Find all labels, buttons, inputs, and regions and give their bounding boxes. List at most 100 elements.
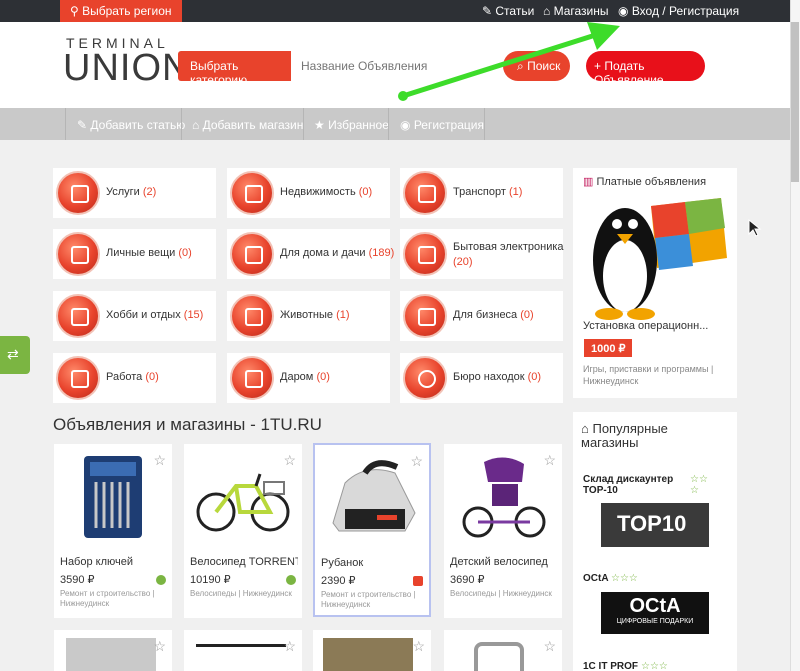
dog-icon	[230, 294, 274, 338]
favorite-star-icon[interactable]: ☆	[412, 638, 425, 655]
shop-name[interactable]: 1C IT PROF	[583, 661, 638, 671]
favorite-star-icon[interactable]: ☆	[283, 638, 296, 655]
magnifier-icon	[403, 356, 447, 400]
category-count: (20)	[453, 256, 473, 268]
category-business[interactable]: Для бизнеса (0)	[400, 291, 563, 341]
bicycle-image	[196, 473, 290, 532]
basket-icon: ⌂	[581, 421, 593, 436]
category-label: Транспорт	[453, 186, 506, 198]
category-label: Для дома и дачи	[280, 247, 366, 259]
category-count: (189)	[368, 247, 395, 259]
nav-favorites[interactable]: ★ Избранное	[314, 118, 389, 132]
bar-chart-icon: ▥	[583, 176, 597, 188]
ad-card[interactable]: ☆	[313, 630, 431, 671]
favorite-star-icon[interactable]: ☆	[153, 638, 166, 655]
category-animals[interactable]: Животные (1)	[227, 291, 390, 341]
favorite-star-icon[interactable]: ☆	[410, 453, 423, 470]
favorite-star-icon[interactable]: ☆	[283, 452, 296, 469]
ad-card[interactable]: ☆	[54, 630, 172, 671]
category-services[interactable]: Услуги (2)	[53, 168, 216, 218]
house-icon	[230, 171, 274, 215]
nav-add-article[interactable]: ✎ Добавить статью	[77, 118, 185, 132]
device-image	[474, 642, 524, 671]
category-hobby[interactable]: Хобби и отдых (15)	[53, 291, 216, 341]
tshirt-icon	[56, 232, 100, 276]
scrollbar-thumb[interactable]	[791, 22, 799, 182]
rocket-icon	[413, 576, 423, 586]
select-region-button[interactable]: ⚲ Выбрать регион	[60, 0, 182, 22]
select-category-button[interactable]: Выбрать категорию	[178, 51, 291, 87]
ad-price: 2390 ₽	[321, 575, 356, 587]
nav-favorites-label: Избранное	[328, 118, 389, 132]
category-transport[interactable]: Транспорт (1)	[400, 168, 563, 218]
favorite-star-icon[interactable]: ☆	[543, 638, 556, 655]
ad-card[interactable]: ☆ Рубанок 2390 ₽ Ремонт и строительство …	[313, 443, 431, 617]
pie-chart-icon	[403, 294, 447, 338]
category-real-estate[interactable]: Недвижимость (0)	[227, 168, 390, 218]
category-label: Работа	[106, 371, 143, 383]
shop-logo-octa[interactable]: OCtA ЦИФРОВЫЕ ПОДАРКИ	[601, 592, 709, 634]
paid-ad-title[interactable]: Установка операционн...	[583, 320, 708, 332]
user-icon: ◉	[400, 118, 414, 132]
paid-ads-panel: ▥ Платные объявления Установка операцион…	[573, 168, 737, 398]
category-home-garden[interactable]: Для дома и дачи (189)	[227, 229, 394, 279]
shop-logo-text: TOP10	[617, 511, 687, 536]
ad-price: 3590 ₽	[60, 574, 95, 586]
basket-icon: ⌂	[192, 118, 203, 132]
login-register-label: Вход / Регистрация	[631, 4, 740, 18]
shop-name[interactable]: Склад дискаунтер TOP-10	[583, 474, 675, 496]
ad-card[interactable]: ☆ Велосипед TORRENT 10190 ₽ Велосипеды |…	[184, 444, 302, 618]
category-count: (1)	[336, 309, 350, 321]
nav-registration[interactable]: ◉ Регистрация	[400, 118, 484, 132]
select-region-label: Выбрать регион	[82, 4, 172, 18]
category-label: Животные	[280, 309, 334, 321]
side-feedback-tab[interactable]: ⇄	[0, 336, 30, 374]
category-lost-found[interactable]: Бюро находок (0)	[400, 353, 563, 403]
favorite-star-icon[interactable]: ☆	[153, 452, 166, 469]
category-label: Для бизнеса	[453, 309, 518, 321]
rating-stars-icon: ☆☆☆	[611, 573, 638, 584]
nav-divider	[181, 108, 182, 140]
category-label: Услуги	[106, 186, 140, 198]
ad-title[interactable]: Велосипед TORRENT	[190, 556, 298, 568]
nav-registration-label: Регистрация	[413, 118, 484, 132]
ad-title[interactable]: Рубанок	[321, 557, 429, 569]
shop-logo-subtitle: ЦИФРОВЫЕ ПОДАРКИ	[616, 618, 694, 625]
ad-card[interactable]: ☆	[184, 630, 302, 671]
category-count: (1)	[508, 186, 523, 198]
ad-card[interactable]: ☆	[444, 630, 562, 671]
category-free[interactable]: Даром (0)	[227, 353, 390, 403]
category-label: Личные вещи	[106, 247, 176, 259]
wrench-set-image	[84, 456, 142, 538]
category-label: Бытовая электроника	[453, 241, 564, 253]
category-count: (0)	[520, 309, 534, 321]
ad-title[interactable]: Набор ключей	[60, 556, 168, 568]
kids-bicycle-image	[462, 457, 546, 538]
up-arrow-icon	[286, 575, 296, 585]
ad-meta: Велосипеды | Нижнеудинск	[450, 589, 552, 598]
ad-card[interactable]: ☆ Детский велосипед 3690 ₽ Велосипеды | …	[444, 444, 562, 618]
ad-card[interactable]: ☆ Набор ключей 3590 ₽ Ремонт и строитель…	[54, 444, 172, 618]
popular-shops-panel: ⌂ Популярные магазины Склад дискаунтер T…	[573, 412, 737, 671]
nav-add-shop[interactable]: ⌂ Добавить магазин	[192, 118, 303, 132]
planer-image	[332, 460, 416, 532]
category-jobs[interactable]: Работа (0)	[53, 353, 216, 403]
nav-divider	[484, 108, 485, 140]
category-personal-items[interactable]: Личные вещи (0)	[53, 229, 216, 279]
star-icon: ★	[314, 118, 329, 132]
washing-machine-icon	[403, 232, 447, 276]
favorite-star-icon[interactable]: ☆	[543, 452, 556, 469]
shop-logo-top10[interactable]: TOP10	[601, 503, 709, 547]
category-electronics[interactable]: Бытовая электроника (20)	[400, 229, 564, 279]
mouse-cursor-icon	[748, 219, 762, 237]
shop-name[interactable]: OCtA	[583, 573, 609, 584]
linux-windows-image[interactable]	[581, 194, 731, 322]
category-count: (15)	[183, 309, 204, 321]
nav-add-article-label: Добавить статью	[90, 118, 186, 132]
ad-title[interactable]: Детский велосипед	[450, 556, 558, 568]
microphone-icon	[56, 294, 100, 338]
category-count: (0)	[316, 371, 330, 383]
category-count: (2)	[142, 186, 157, 198]
logo-union-text[interactable]: UNION	[63, 48, 190, 88]
bicycle-image	[196, 644, 286, 671]
